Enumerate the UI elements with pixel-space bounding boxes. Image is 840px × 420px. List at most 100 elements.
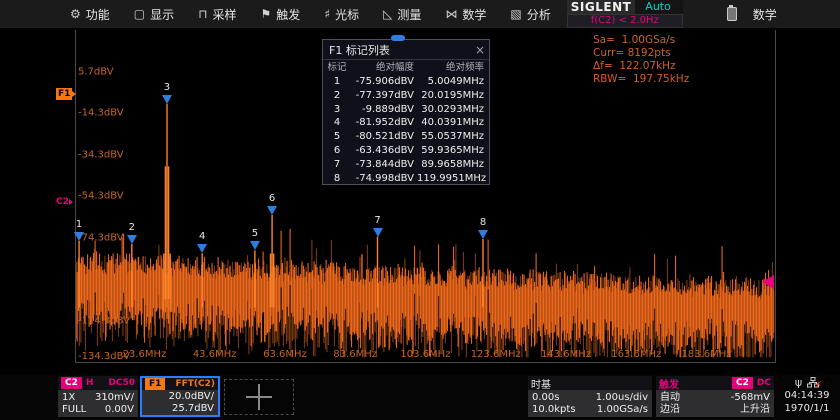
timebase-title: 时基 (531, 376, 551, 391)
status-row: 10.0kpts1.00GSa/s (532, 404, 648, 415)
peak-marker-8[interactable] (478, 230, 488, 239)
status-row: 20.0dBV/ (146, 391, 214, 402)
menu-item-显示[interactable]: ▢显示 (122, 0, 186, 28)
measure-icon: ◺ (383, 8, 392, 20)
marker-row-8: 8-74.998dBV119.9951MHz (323, 172, 489, 186)
peak-marker-2[interactable] (127, 235, 137, 244)
trigger-box[interactable]: 触发 C2 DC 自动-568mV边沿上升沿 (656, 376, 774, 417)
menu-item-触发[interactable]: ⚑触发 (249, 0, 313, 28)
peak-marker-6[interactable] (267, 206, 277, 215)
trigger-frequency-readout: f(C2) < 2.0Hz (567, 14, 683, 28)
marker-row-4: 4-81.952dBV40.0391MHz (323, 116, 489, 130)
peak-marker-number: 5 (245, 228, 265, 239)
marker-col-1: 绝对幅度 (351, 60, 417, 75)
clock-date: 1970/1/1 (778, 402, 836, 415)
current-app-menu[interactable]: 数学 (753, 6, 777, 23)
peak-marker-7[interactable] (373, 228, 383, 237)
marker-table-rows: 1-75.906dBV5.0049MHz2-77.397dBV20.0195MH… (323, 75, 489, 185)
y-tick-label: -34.3dBV (78, 149, 124, 160)
y-tick-label: -54.3dBV (78, 191, 124, 202)
peak-marker-3[interactable] (162, 95, 172, 104)
timebase-box[interactable]: 时基 0.00s1.00us/div10.0kpts1.00GSa/s (528, 376, 652, 417)
status-row: 25.7dBV (146, 403, 214, 414)
sampling-icon: ⊓ (198, 8, 207, 20)
marker-col-0: 标记 (323, 60, 351, 75)
marker-table-header: 标记绝对幅度绝对频率 (323, 60, 489, 75)
channel-c2-box[interactable]: C2 H DC50 1X310mV/FULL0.00V (58, 376, 138, 417)
right-axis-line (775, 30, 776, 363)
cursor-icon: ♯ (324, 8, 330, 20)
status-bar: C2 H DC50 1X310mV/FULL0.00V F1 FFT(C2) 2… (0, 374, 840, 420)
f1-function-label: FFT(C2) (175, 379, 215, 389)
popup-drag-handle[interactable] (391, 35, 405, 41)
menu-item-光标[interactable]: ♯光标 (312, 0, 371, 28)
x-tick-label: 83.6MHz (333, 349, 377, 360)
x-tick-label: 183.6MHz (681, 349, 731, 360)
status-row: FULL0.00V (62, 404, 134, 415)
marker-row-3: 3-9.889dBV30.0293MHz (323, 103, 489, 117)
y-tick-label: -74.3dBV (78, 232, 124, 243)
status-row: 1X310mV/ (62, 392, 134, 403)
status-row: 0.00s1.00us/div (532, 392, 648, 403)
y-tick-label: -114.3dBV (78, 315, 130, 326)
y-tick-label: 5.7dBV (78, 66, 114, 77)
peak-marker-5[interactable] (250, 241, 260, 250)
clock-box[interactable]: ψ ✗ 04:14:39 1970/1/1 (778, 376, 836, 417)
acquisition-info: Sa= 1.00GSa/s Curr= 8192pts Δf= 122.07kH… (593, 34, 689, 86)
gear-icon: ⚙ (70, 8, 81, 20)
marker-col-2: 绝对频率 (417, 60, 487, 75)
x-tick-label: 63.6MHz (263, 349, 307, 360)
menu-items: ⚙功能▢显示⊓采样⚑触发♯光标◺测量⋈数学▧分析 (58, 0, 563, 28)
trigger-title: 触发 (659, 376, 679, 391)
peak-marker-number: 4 (192, 231, 212, 242)
peak-marker-4[interactable] (197, 244, 207, 253)
plus-icon (246, 384, 272, 410)
c2-bw-limit: H (86, 378, 94, 388)
x-tick-label: 143.6MHz (541, 349, 591, 360)
marker-row-5: 5-80.521dBV55.0537MHz (323, 130, 489, 144)
menu-item-功能[interactable]: ⚙功能 (58, 0, 122, 28)
trigger-coupling: DC (757, 378, 771, 388)
menu-item-数学[interactable]: ⋈数学 (433, 0, 498, 28)
x-tick-label: 163.6MHz (611, 349, 661, 360)
trigger-flag-icon: ⚑ (261, 8, 272, 20)
trigger-source-badge: C2 (732, 377, 753, 389)
peak-marker-number: 7 (368, 215, 388, 226)
math-icon: ⋈ (445, 8, 457, 20)
battery-icon (727, 7, 737, 21)
peak-marker-number: 2 (122, 222, 142, 233)
menu-item-测量[interactable]: ◺测量 (371, 0, 433, 28)
brand-block[interactable]: SIGLENT Auto f(C2) < 2.0Hz (567, 0, 683, 28)
c2-coupling: DC50 (108, 378, 135, 388)
x-tick-label: 23.6MHz (123, 349, 167, 360)
acquisition-mode-label: Auto (645, 0, 671, 14)
popup-title: F1 标记列表 (329, 42, 471, 58)
peak-marker-1[interactable] (74, 232, 84, 241)
math-f1-box[interactable]: F1 FFT(C2) 20.0dBV/25.7dBV (140, 376, 220, 417)
marker-list-popup: F1 标记列表 × 标记绝对幅度绝对频率 1-75.906dBV5.0049MH… (322, 39, 490, 185)
marker-row-6: 6-63.436dBV59.9365MHz (323, 144, 489, 158)
x-tick-label: 123.6MHz (471, 349, 521, 360)
f1-position-badge[interactable]: F1 (56, 88, 72, 100)
peak-marker-number: 3 (157, 82, 177, 93)
clock-time: 04:14:39 (778, 389, 836, 402)
c2-position-badge[interactable]: C2 (56, 196, 69, 208)
close-icon[interactable]: × (471, 43, 489, 57)
peak-marker-number: 8 (473, 217, 493, 228)
analysis-icon: ▧ (510, 8, 521, 20)
marker-row-7: 7-73.844dBV89.9658MHz (323, 158, 489, 172)
oscilloscope-screen: ⚙功能▢显示⊓采样⚑触发♯光标◺测量⋈数学▧分析 SIGLENT Auto f(… (0, 0, 840, 420)
trigger-level-arrow[interactable] (762, 275, 774, 289)
x-tick-label: 103.6MHz (400, 349, 450, 360)
f1-badge: F1 (145, 378, 165, 390)
top-menu-bar: ⚙功能▢显示⊓采样⚑触发♯光标◺测量⋈数学▧分析 SIGLENT Auto f(… (0, 0, 840, 28)
add-channel-button[interactable] (224, 379, 294, 415)
menu-item-分析[interactable]: ▧分析 (498, 0, 562, 28)
usb-icon: ψ (795, 376, 802, 389)
marker-row-2: 2-77.397dBV20.0195MHz (323, 89, 489, 103)
status-row: 边沿上升沿 (660, 404, 770, 415)
marker-row-1: 1-75.906dBV5.0049MHz (323, 75, 489, 89)
siglent-logo: SIGLENT (567, 0, 636, 14)
peak-marker-number: 6 (262, 193, 282, 204)
menu-item-采样[interactable]: ⊓采样 (186, 0, 248, 28)
